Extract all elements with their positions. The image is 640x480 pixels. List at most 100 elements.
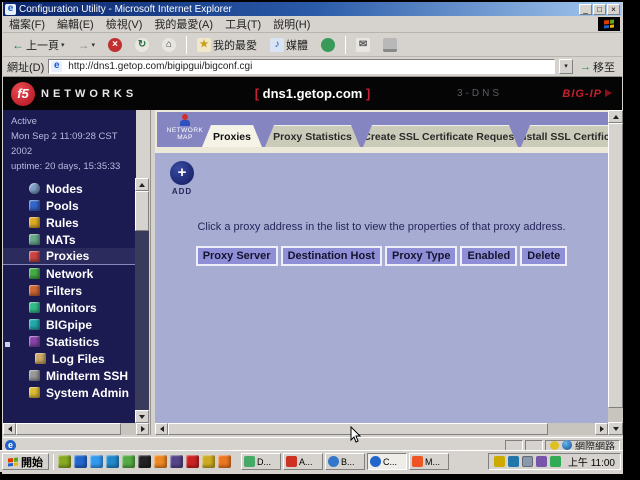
sidebar-vertical-scrollbar[interactable] xyxy=(135,178,149,423)
scroll-thumb[interactable] xyxy=(16,423,121,435)
scroll-up-button[interactable] xyxy=(135,178,149,191)
history-button[interactable] xyxy=(316,36,340,54)
quicklaunch-icon[interactable] xyxy=(202,455,215,468)
tray-icon[interactable] xyxy=(508,456,519,467)
sidebar-item-nodes[interactable]: Nodes xyxy=(3,180,136,197)
minimize-button[interactable]: _ xyxy=(579,4,592,15)
task-button-2[interactable]: A... xyxy=(283,453,323,470)
url-dropdown-icon[interactable]: ▾ xyxy=(559,59,573,74)
favorites-button[interactable]: ★ 我的最愛 xyxy=(192,35,262,55)
tab-label: Proxy Statistics xyxy=(273,131,352,143)
task-button-4[interactable]: C... xyxy=(367,453,407,470)
start-button[interactable]: 開始 xyxy=(2,453,49,470)
tab-install-ssl-certificate[interactable]: Install SSL Certificate xyxy=(521,125,608,147)
quicklaunch-icon[interactable] xyxy=(186,455,199,468)
add-button[interactable]: + xyxy=(170,161,194,185)
sidebar-item-proxies[interactable]: Proxies xyxy=(3,248,136,265)
sidebar-item-network[interactable]: Network xyxy=(3,265,136,282)
sidebar-item-monitors[interactable]: Monitors xyxy=(3,299,136,316)
close-button[interactable]: × xyxy=(607,4,620,15)
display-icon[interactable] xyxy=(522,456,533,467)
sidebar-item-log-files[interactable]: Log Files xyxy=(3,350,136,367)
tab-proxy-statistics[interactable]: Proxy Statistics xyxy=(265,125,360,147)
expand-icon[interactable] xyxy=(5,342,10,347)
menu-help[interactable]: 說明(H) xyxy=(273,16,310,32)
sidebar-item-rules[interactable]: Rules xyxy=(3,214,136,231)
scroll-down-button[interactable] xyxy=(608,422,623,435)
sidebar-item-nats[interactable]: NATs xyxy=(3,231,136,248)
refresh-button[interactable]: ↻ xyxy=(130,36,154,54)
home-button[interactable]: ⌂ xyxy=(157,36,181,54)
scroll-left-button[interactable] xyxy=(155,423,168,435)
task-label: D... xyxy=(257,457,271,467)
url-box: e xyxy=(48,59,555,74)
tray-icon[interactable] xyxy=(536,456,547,467)
sidebar-item-pools[interactable]: Pools xyxy=(3,197,136,214)
filters-icon xyxy=(29,285,40,296)
sidebar-item-filters[interactable]: Filters xyxy=(3,282,136,299)
sidebar-item-label: System Admin xyxy=(46,386,129,400)
quicklaunch-icon[interactable] xyxy=(106,455,119,468)
back-dropdown-icon[interactable]: ▾ xyxy=(61,41,65,49)
maximize-button[interactable]: □ xyxy=(593,4,606,15)
volume-icon[interactable] xyxy=(494,456,505,467)
scroll-thumb[interactable] xyxy=(135,191,149,231)
quicklaunch-icon[interactable] xyxy=(170,455,183,468)
media-button[interactable]: ♪ 媒體 xyxy=(265,35,313,55)
windows-flag-icon xyxy=(604,19,614,28)
scroll-left-button[interactable] xyxy=(3,423,16,435)
system-admin-icon xyxy=(29,387,40,398)
mail-button[interactable]: ✉ xyxy=(351,36,375,54)
menu-edit[interactable]: 編輯(E) xyxy=(57,16,94,32)
stop-button[interactable]: × xyxy=(103,36,127,54)
tab-proxies[interactable]: Proxies xyxy=(202,125,262,147)
tray-icon[interactable] xyxy=(550,456,561,467)
menu-favorites[interactable]: 我的最愛(A) xyxy=(154,16,213,32)
menu-view[interactable]: 檢視(V) xyxy=(106,16,143,32)
sidebar-item-bigpipe[interactable]: BIGpipe xyxy=(3,316,136,333)
sidebar-item-statistics[interactable]: Statistics xyxy=(3,333,136,350)
sidebar-horizontal-scrollbar[interactable] xyxy=(3,423,149,435)
quicklaunch-icon[interactable] xyxy=(90,455,103,468)
main-horizontal-scrollbar[interactable] xyxy=(155,423,608,435)
menu-bar: 檔案(F) 編輯(E) 檢視(V) 我的最愛(A) 工具(T) 說明(H) xyxy=(3,16,622,33)
scroll-down-button[interactable] xyxy=(135,410,149,423)
quicklaunch-icon[interactable] xyxy=(74,455,87,468)
tab-create-ssl-certificate-request[interactable]: Create SSL Certificate Request xyxy=(363,125,518,147)
url-input[interactable] xyxy=(68,61,552,72)
forward-dropdown-icon[interactable]: ▾ xyxy=(92,41,96,49)
go-button[interactable]: → 移至 xyxy=(577,59,618,75)
task-button-5[interactable]: M... xyxy=(409,453,449,470)
sidebar-item-system-admin[interactable]: System Admin xyxy=(3,384,136,401)
back-button[interactable]: ← 上一頁 ▾ xyxy=(7,35,70,55)
forward-button[interactable]: → ▾ xyxy=(73,36,101,54)
network-map-button[interactable]: NETWORK MAP xyxy=(163,114,207,141)
column-header-destination-host[interactable]: Destination Host xyxy=(281,246,382,266)
scroll-thumb[interactable] xyxy=(608,123,623,408)
column-header-proxy-type[interactable]: Proxy Type xyxy=(385,246,458,266)
quicklaunch-icon[interactable] xyxy=(58,455,71,468)
back-icon: ← xyxy=(12,38,24,52)
column-header-enabled[interactable]: Enabled xyxy=(460,246,517,266)
sidebar-item-mindterm-ssh[interactable]: Mindterm SSH xyxy=(3,367,136,384)
menu-tools[interactable]: 工具(T) xyxy=(225,16,261,32)
scroll-right-button[interactable] xyxy=(136,423,149,435)
quicklaunch-icon[interactable] xyxy=(218,455,231,468)
desktop: e Configuration Utility - Microsoft Inte… xyxy=(0,0,640,480)
column-header-proxy-server[interactable]: Proxy Server xyxy=(196,246,278,266)
quicklaunch-icon[interactable] xyxy=(154,455,167,468)
scroll-up-button[interactable] xyxy=(608,110,623,123)
scroll-right-button[interactable] xyxy=(595,423,608,435)
main-vertical-scrollbar[interactable] xyxy=(608,110,623,435)
quicklaunch-icon[interactable] xyxy=(138,455,151,468)
refresh-icon: ↻ xyxy=(135,38,149,52)
column-header-delete[interactable]: Delete xyxy=(520,246,567,266)
task-button-1[interactable]: D... xyxy=(241,453,281,470)
quicklaunch-icon[interactable] xyxy=(122,455,135,468)
windows-flag-icon xyxy=(8,457,18,466)
menu-file[interactable]: 檔案(F) xyxy=(9,16,45,32)
task-button-3[interactable]: B... xyxy=(325,453,365,470)
mail-icon: ✉ xyxy=(356,38,370,52)
stop-icon: × xyxy=(108,38,122,52)
print-button[interactable] xyxy=(378,36,402,54)
